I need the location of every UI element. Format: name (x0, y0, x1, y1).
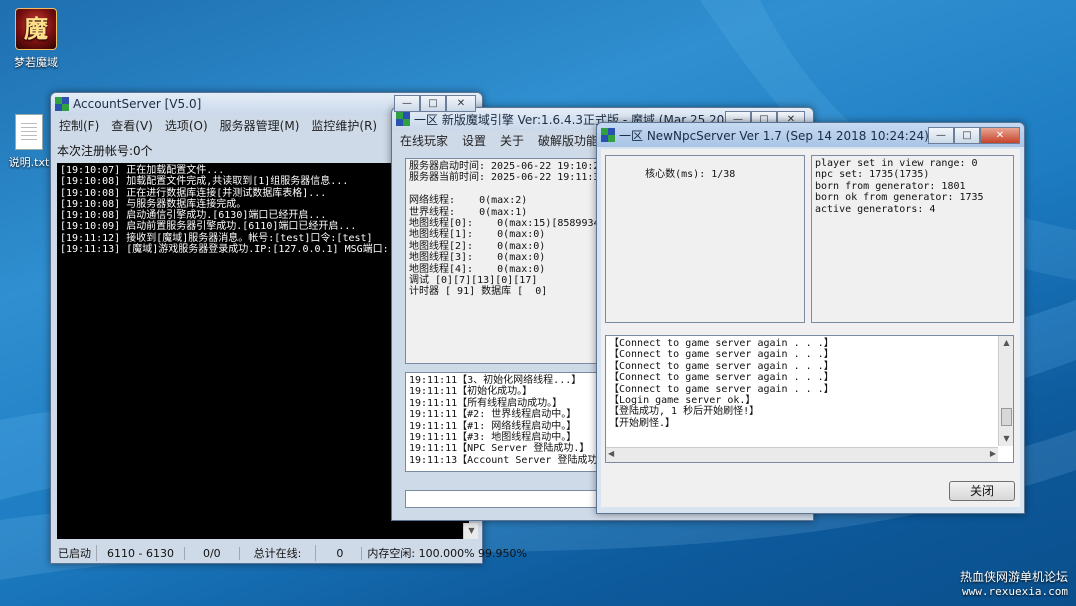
close-icon[interactable]: ✕ (980, 126, 1020, 144)
menu-server-management[interactable]: 服务器管理(M) (220, 117, 300, 134)
app-icon (396, 112, 410, 126)
core-count-label: 核心数(ms): 1/38 (645, 169, 736, 181)
app-icon (601, 128, 615, 142)
caption-buttons: — □ ✕ (928, 126, 1020, 144)
scroll-down-arrow-icon[interactable]: ▼ (464, 524, 479, 538)
watermark: 热血侠网游单机论坛 www.rexuexia.com (960, 568, 1068, 598)
account-caption-buttons: — □ ✕ (394, 95, 476, 112)
log-scrollbar[interactable]: ▼ (463, 523, 478, 539)
scroll-thumb[interactable] (1001, 408, 1012, 426)
engine-command-input[interactable] (405, 490, 611, 508)
desktop-icon-game[interactable]: 魔 梦若魔域 (6, 8, 66, 70)
minimize-icon[interactable]: — (928, 126, 954, 144)
status-bar: 已启动 6110 - 6130 0/0 总计在线: 0 内存空闲: 100.00… (53, 545, 527, 561)
npc-client-area: 核心数(ms): 1/38 player set in view range: … (601, 149, 1020, 507)
game-logo-icon: 魔 (15, 8, 57, 50)
scroll-up-arrow-icon[interactable]: ▲ (999, 336, 1014, 350)
scroll-down-arrow-icon[interactable]: ▼ (999, 432, 1014, 446)
scroll-left-arrow-icon[interactable]: ◀ (608, 449, 614, 458)
status-ratio: 0/0 (185, 546, 240, 560)
engine-log: 19:11:11【3、初始化网络线程...】 19:11:11【初始化成功。】 … (405, 372, 611, 472)
status-online-value: 0 (316, 546, 363, 560)
menu-options[interactable]: 选项(O) (165, 117, 208, 134)
npc-stats-panel: player set in view range: 0 npc set: 173… (811, 155, 1014, 323)
desktop-icon-label: 说明.txt (8, 156, 50, 169)
watermark-title: 热血侠网游单机论坛 (959, 570, 1068, 584)
engine-stats-panel: 服务器启动时间: 2025-06-22 19:10:20 服务器当前时间: 20… (405, 158, 611, 364)
close-button[interactable]: 关闭 (949, 481, 1015, 501)
desktop-icon-readme[interactable]: 说明.txt (6, 114, 52, 170)
minimize-icon[interactable]: — (394, 95, 420, 112)
scroll-right-arrow-icon[interactable]: ▶ (990, 449, 996, 458)
menu-view[interactable]: 查看(V) (111, 117, 153, 134)
npc-log: 【Connect to game server again . . .】 【Co… (605, 335, 1014, 463)
menu-monitor[interactable]: 监控维护(R) (311, 117, 377, 134)
title-bar[interactable]: 一区 NewNpcServer Ver 1.7 (Sep 14 2018 10:… (597, 123, 1024, 147)
menu-about[interactable]: 关于 (500, 132, 524, 149)
menu-online-players[interactable]: 在线玩家 (400, 132, 448, 149)
maximize-icon[interactable]: □ (954, 126, 980, 144)
maximize-icon[interactable]: □ (420, 95, 446, 112)
desktop-icon-label: 梦若魔域 (14, 56, 58, 69)
status-memory: 内存空闲: 100.000% 99.950% (367, 547, 527, 560)
menu-control[interactable]: 控制(F) (59, 117, 99, 134)
window-title: 一区 NewNpcServer Ver 1.7 (Sep 14 2018 10:… (619, 128, 928, 143)
close-icon[interactable]: ✕ (446, 95, 476, 112)
registered-count-label: 本次注册帐号:0个 (57, 144, 153, 158)
watermark-url: www.rexuexia.com (962, 585, 1068, 598)
status-online-label: 总计在线: (240, 545, 317, 561)
npc-log-vscrollbar[interactable]: ▲ ▼ (998, 336, 1013, 446)
npc-log-hscrollbar[interactable]: ◀ ▶ (606, 447, 998, 462)
core-count-panel: 核心数(ms): 1/38 (605, 155, 805, 323)
text-file-icon (15, 114, 43, 150)
status-state: 已启动 (53, 545, 97, 561)
status-ports: 6110 - 6130 (97, 546, 185, 560)
app-icon (55, 97, 69, 111)
npc-server-window[interactable]: 一区 NewNpcServer Ver 1.7 (Sep 14 2018 10:… (596, 122, 1025, 514)
menu-settings[interactable]: 设置 (462, 132, 486, 149)
